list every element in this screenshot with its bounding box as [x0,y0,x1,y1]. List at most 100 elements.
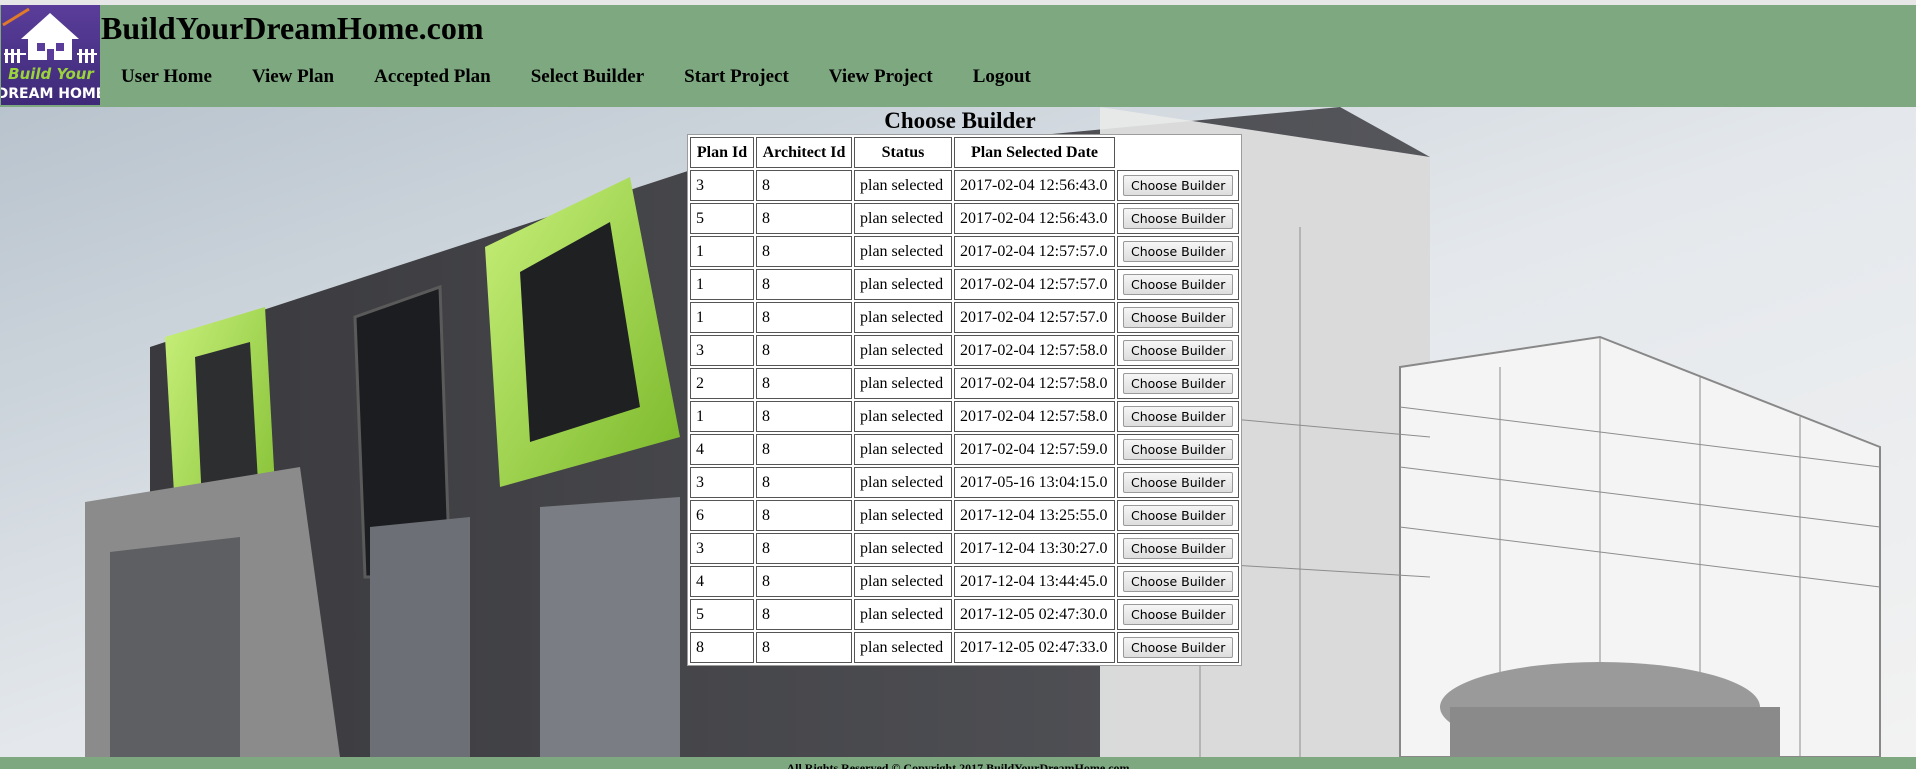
cell-date: 2017-12-05 02:47:30.0 [954,599,1115,630]
nav-logout[interactable]: Logout [973,63,1031,91]
choose-builder-button[interactable]: Choose Builder [1123,274,1234,295]
cell-status: plan selected [854,632,952,663]
cell-plan-id: 3 [690,533,754,564]
cell-action: Choose Builder [1117,368,1240,399]
cell-plan-id: 3 [690,170,754,201]
table-row: 3 8 plan selected 2017-02-04 12:57:58.0 … [690,335,1240,366]
cell-architect-id: 8 [756,533,852,564]
plans-table: Plan Id Architect Id Status Plan Selecte… [687,134,1243,666]
cell-status: plan selected [854,170,952,201]
cell-plan-id: 1 [690,302,754,333]
choose-builder-button[interactable]: Choose Builder [1123,505,1234,526]
choose-builder-button[interactable]: Choose Builder [1123,538,1234,559]
choose-builder-button[interactable]: Choose Builder [1123,373,1234,394]
cell-date: 2017-12-04 13:30:27.0 [954,533,1115,564]
cell-status: plan selected [854,467,952,498]
cell-date: 2017-12-04 13:44:45.0 [954,566,1115,597]
table-row: 4 8 plan selected 2017-02-04 12:57:59.0 … [690,434,1240,465]
nav-view-plan[interactable]: View Plan [252,63,334,91]
table-row: 1 8 plan selected 2017-02-04 12:57:57.0 … [690,269,1240,300]
cell-architect-id: 8 [756,566,852,597]
header-architect-id: Architect Id [756,137,852,168]
cell-status: plan selected [854,335,952,366]
table-row: 6 8 plan selected 2017-12-04 13:25:55.0 … [690,500,1240,531]
cell-plan-id: 1 [690,401,754,432]
choose-builder-button[interactable]: Choose Builder [1123,340,1234,361]
cell-action: Choose Builder [1117,500,1240,531]
nav-user-home[interactable]: User Home [121,63,212,91]
header-plan-selected-date: Plan Selected Date [954,137,1115,168]
cell-date: 2017-12-05 02:47:33.0 [954,632,1115,663]
table-row: 1 8 plan selected 2017-02-04 12:57:57.0 … [690,302,1240,333]
house-logo-icon[interactable]: Build Your DREAM HOME [1,5,100,105]
cell-architect-id: 8 [756,302,852,333]
cell-status: plan selected [854,401,952,432]
cell-date: 2017-02-04 12:57:58.0 [954,368,1115,399]
table-row: 8 8 plan selected 2017-12-05 02:47:33.0 … [690,632,1240,663]
cell-architect-id: 8 [756,467,852,498]
page-heading: Choose Builder [884,108,1036,133]
choose-builder-button[interactable]: Choose Builder [1123,175,1234,196]
main-content: Choose Builder Plan Id Architect Id Stat… [0,107,1916,757]
choose-builder-button[interactable]: Choose Builder [1123,439,1234,460]
cell-status: plan selected [854,203,952,234]
cell-architect-id: 8 [756,434,852,465]
table-row: 4 8 plan selected 2017-12-04 13:44:45.0 … [690,566,1240,597]
cell-architect-id: 8 [756,236,852,267]
cell-architect-id: 8 [756,599,852,630]
cell-plan-id: 2 [690,368,754,399]
logo-line-2: DREAM HOME [1,86,100,102]
cell-plan-id: 4 [690,434,754,465]
nav-select-builder[interactable]: Select Builder [531,63,644,91]
site-footer: All Rights Reserved © Copyright 2017 Bui… [0,757,1916,769]
cell-architect-id: 8 [756,632,852,663]
header-action [1117,137,1239,168]
cell-action: Choose Builder [1117,401,1240,432]
cell-action: Choose Builder [1117,533,1240,564]
cell-action: Choose Builder [1117,467,1240,498]
logo-graphic: Build Your DREAM HOME [1,5,100,105]
cell-action: Choose Builder [1117,269,1240,300]
cell-plan-id: 8 [690,632,754,663]
cell-action: Choose Builder [1117,203,1240,234]
cell-date: 2017-02-04 12:57:58.0 [954,335,1115,366]
cell-status: plan selected [854,368,952,399]
cell-architect-id: 8 [756,368,852,399]
choose-builder-button[interactable]: Choose Builder [1123,406,1234,427]
cell-architect-id: 8 [756,500,852,531]
header-plan-id: Plan Id [690,137,754,168]
table-row: 2 8 plan selected 2017-02-04 12:57:58.0 … [690,368,1240,399]
cell-plan-id: 1 [690,236,754,267]
cell-plan-id: 5 [690,599,754,630]
table-row: 3 8 plan selected 2017-12-04 13:30:27.0 … [690,533,1240,564]
cell-action: Choose Builder [1117,632,1240,663]
cell-architect-id: 8 [756,269,852,300]
cell-action: Choose Builder [1117,236,1240,267]
cell-date: 2017-02-04 12:57:57.0 [954,302,1115,333]
main-nav: User Home View Plan Accepted Plan Select… [121,63,1071,91]
cell-status: plan selected [854,302,952,333]
site-title: BuildYourDreamHome.com [101,10,484,46]
nav-start-project[interactable]: Start Project [684,63,789,91]
nav-accepted-plan[interactable]: Accepted Plan [374,63,491,91]
choose-builder-button[interactable]: Choose Builder [1123,571,1234,592]
choose-builder-button[interactable]: Choose Builder [1123,241,1234,262]
choose-builder-button[interactable]: Choose Builder [1123,208,1234,229]
cell-action: Choose Builder [1117,599,1240,630]
table-row: 5 8 plan selected 2017-12-05 02:47:30.0 … [690,599,1240,630]
cell-plan-id: 3 [690,467,754,498]
cell-date: 2017-05-16 13:04:15.0 [954,467,1115,498]
choose-builder-button[interactable]: Choose Builder [1123,472,1234,493]
header-status: Status [854,137,952,168]
cell-status: plan selected [854,599,952,630]
cell-plan-id: 6 [690,500,754,531]
choose-builder-button[interactable]: Choose Builder [1123,307,1234,328]
cell-action: Choose Builder [1117,335,1240,366]
table-header-row: Plan Id Architect Id Status Plan Selecte… [690,137,1239,168]
cell-date: 2017-02-04 12:57:58.0 [954,401,1115,432]
nav-view-project[interactable]: View Project [829,63,933,91]
cell-plan-id: 3 [690,335,754,366]
choose-builder-button[interactable]: Choose Builder [1123,604,1234,625]
choose-builder-button[interactable]: Choose Builder [1123,637,1234,658]
cell-architect-id: 8 [756,401,852,432]
